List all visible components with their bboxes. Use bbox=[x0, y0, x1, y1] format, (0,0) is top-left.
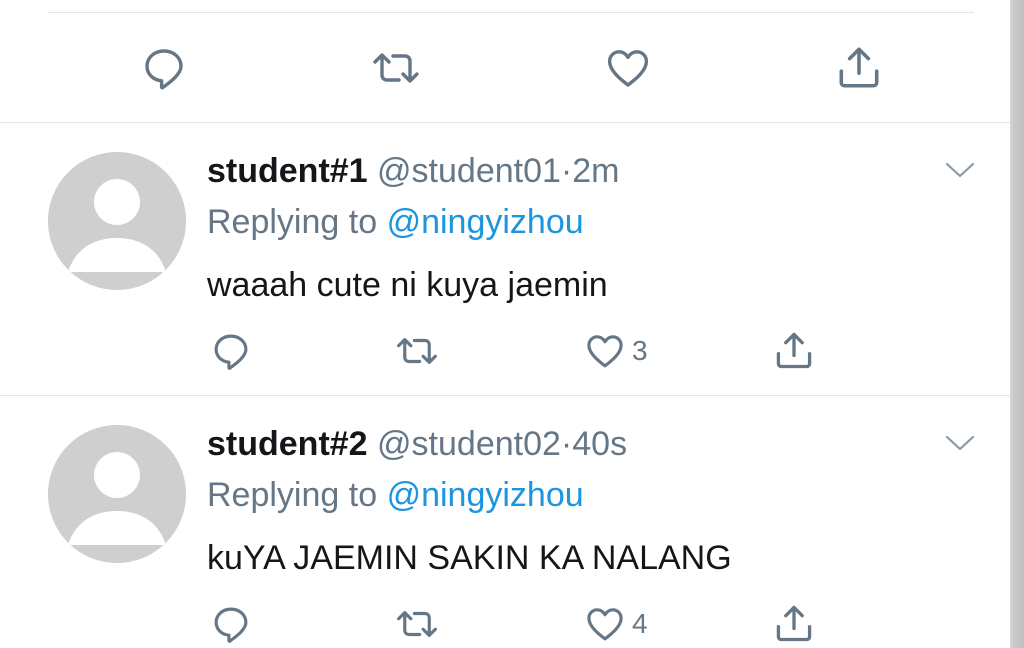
user-handle[interactable]: @student01 bbox=[377, 152, 561, 190]
chevron-down-icon bbox=[945, 162, 975, 178]
heart-icon bbox=[607, 50, 649, 87]
default-avatar-icon bbox=[48, 152, 186, 290]
share-button[interactable] bbox=[772, 601, 816, 645]
replying-to-mention[interactable]: @ningyizhou bbox=[387, 203, 584, 241]
replying-to-line: Replying to @ningyizhou bbox=[207, 475, 584, 515]
retweet-icon bbox=[397, 611, 437, 637]
more-options-button[interactable] bbox=[944, 431, 976, 460]
window-edge bbox=[1010, 0, 1024, 648]
like-button[interactable]: 4 bbox=[584, 603, 648, 645]
retweet-button[interactable] bbox=[394, 330, 440, 372]
display-name[interactable]: student#1 bbox=[207, 152, 368, 190]
separator-dot: · bbox=[560, 425, 573, 463]
avatar[interactable] bbox=[48, 425, 186, 563]
main-tweet-action-bar bbox=[0, 40, 1010, 96]
heart-icon bbox=[587, 608, 623, 641]
share-icon bbox=[776, 332, 812, 369]
share-icon bbox=[839, 47, 879, 88]
retweet-button[interactable] bbox=[370, 44, 422, 92]
reply-button[interactable] bbox=[210, 330, 252, 372]
retweet-button[interactable] bbox=[394, 603, 440, 645]
separator-dot: · bbox=[560, 152, 573, 190]
heart-icon bbox=[587, 335, 623, 368]
share-button[interactable] bbox=[834, 42, 884, 92]
tweet-text: kuYA JAEMIN SAKIN KA NALANG bbox=[207, 539, 732, 577]
like-count: 4 bbox=[632, 608, 648, 639]
chevron-down-icon bbox=[945, 435, 975, 451]
reply-header: student#2 @student02·40s bbox=[207, 424, 627, 464]
replying-to-line: Replying to @ningyizhou bbox=[207, 202, 584, 242]
retweet-icon bbox=[397, 338, 437, 364]
more-options-button[interactable] bbox=[944, 158, 976, 187]
divider bbox=[48, 12, 974, 13]
timestamp[interactable]: 40s bbox=[572, 425, 627, 463]
reply-tweet[interactable]: student#1 @student01·2m Replying to @nin… bbox=[0, 122, 1010, 394]
like-count: 3 bbox=[632, 335, 648, 366]
replying-to-label: Replying to bbox=[207, 203, 378, 241]
retweet-icon bbox=[373, 53, 419, 83]
tweet-text: waaah cute ni kuya jaemin bbox=[207, 266, 608, 304]
share-icon bbox=[776, 605, 812, 642]
reply-tweet[interactable]: student#2 @student02·40s Replying to @ni… bbox=[0, 395, 1010, 648]
display-name[interactable]: student#2 bbox=[207, 425, 368, 463]
reply-header: student#1 @student01·2m bbox=[207, 151, 619, 191]
reply-icon bbox=[214, 334, 248, 370]
reply-icon bbox=[145, 49, 183, 90]
like-button[interactable] bbox=[604, 44, 652, 92]
timestamp[interactable]: 2m bbox=[572, 152, 619, 190]
avatar[interactable] bbox=[48, 152, 186, 290]
tweet-thread: student#1 @student01·2m Replying to @nin… bbox=[0, 0, 1024, 648]
reply-button[interactable] bbox=[210, 603, 252, 645]
share-button[interactable] bbox=[772, 328, 816, 372]
default-avatar-icon bbox=[48, 425, 186, 563]
like-button[interactable]: 3 bbox=[584, 330, 648, 372]
user-handle[interactable]: @student02 bbox=[377, 425, 561, 463]
reply-icon bbox=[214, 607, 248, 643]
replying-to-label: Replying to bbox=[207, 476, 378, 514]
replying-to-mention[interactable]: @ningyizhou bbox=[387, 476, 584, 514]
reply-button[interactable] bbox=[140, 44, 188, 92]
